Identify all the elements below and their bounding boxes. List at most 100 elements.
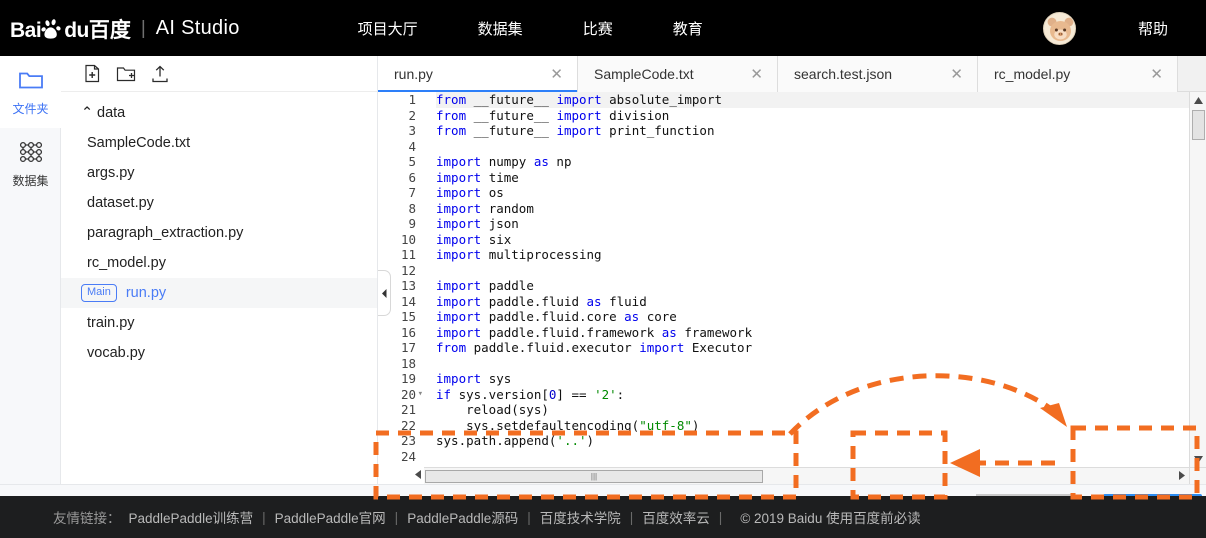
editor-vertical-scrollbar[interactable] [1189,92,1206,467]
code-area-wrapper: 1 2 3 4 5 6 7 8 9 10 11 12 13 14 15 16 17 18 19 20 ▾ 21 22 23 24… [378,92,1206,484]
baidu-logo: Bai du 百度 [10,15,131,41]
file-name: paragraph_extraction.py [87,225,244,241]
file-row[interactable]: rc_model.py [61,248,377,278]
line-number: 9 [408,216,416,231]
nav-project-hall[interactable]: 项目大厅 [358,18,418,39]
file-row-run-py[interactable]: Main run.py [61,278,377,308]
tab-label: search.test.json [794,66,893,82]
footer-separator: | [527,509,531,525]
brand-baidu-tail: du [64,19,89,42]
code-line: if sys.version[0] == '2': [436,386,625,402]
line-number: 5 [408,154,416,169]
footer-copyright: © 2019 Baidu 使用百度前必读 [740,511,921,526]
tab-samplecode-txt[interactable]: SampleCode.txt ✕ [578,56,778,92]
footer-link-academy[interactable]: 百度技术学院 [540,507,621,527]
folder-icon [18,67,44,93]
file-row[interactable]: args.py [61,158,377,188]
tab-rc-model-py[interactable]: rc_model.py ✕ [978,56,1178,92]
app-root: Bai du 百度 | AI Studio 项目大厅 数据集 比赛 教育 帮助 … [0,0,1206,538]
close-icon[interactable]: ✕ [750,65,763,83]
vertical-scroll-thumb[interactable] [1191,110,1205,140]
brand-product-name: AI Studio [155,17,240,39]
file-tree: ⌃ data SampleCode.txt args.py dataset.py… [61,92,377,368]
page-footer: 友情链接： PaddlePaddle训练营 | PaddlePaddle官网 |… [0,496,1206,538]
panel-collapse-handle[interactable] [378,270,391,316]
code-line: import paddle.fluid as fluid [436,293,647,309]
code-line: import json [436,216,519,231]
file-name: vocab.py [87,345,146,361]
code-line: reload(sys) [436,402,549,417]
file-name: dataset.py [87,195,154,211]
file-row[interactable]: paragraph_extraction.py [61,218,377,248]
footer-link-source[interactable]: PaddlePaddle源码 [407,507,518,527]
file-row[interactable]: SampleCode.txt [61,128,377,158]
file-name: rc_model.py [87,255,166,271]
line-number: 16 [400,324,416,340]
footer-separator: | [394,509,399,525]
rail-label-dataset: 数据集 [12,174,49,188]
line-number: 2 [408,107,416,123]
file-name: SampleCode.txt [87,135,191,151]
help-link[interactable]: 帮助 [1138,18,1168,39]
avatar[interactable] [1042,11,1076,45]
brand-baidu-text: Bai [10,19,42,42]
tab-search-test-json[interactable]: search.test.json ✕ [778,56,978,92]
code-line: import time [436,169,519,185]
file-row[interactable]: vocab.py [61,338,377,368]
rail-item-folder[interactable]: 文件夹 [0,56,61,128]
close-icon[interactable]: ✕ [1150,65,1163,83]
brand-baidu-cn: 百度 [88,19,131,42]
scrollbar-corner [1189,467,1206,484]
tab-run-py[interactable]: run.py ✕ [378,56,578,93]
file-tree-folder-data[interactable]: ⌃ data [61,98,377,128]
line-number: 22 [400,417,416,433]
code-content[interactable]: from __future__ import absolute_import fr… [424,92,1189,464]
code-line: import paddle.fluid.core as core [436,309,677,324]
fold-toggle-icon[interactable]: ▾ [418,387,423,403]
horizontal-scroll-thumb[interactable]: ||| [425,469,763,483]
close-icon[interactable]: ✕ [550,65,563,83]
upload-icon[interactable] [143,62,177,86]
scroll-left-arrow[interactable] [415,470,424,481]
scroll-up-arrow[interactable] [1190,92,1206,108]
main-badge: Main [81,284,117,302]
scroll-down-arrow[interactable] [1190,451,1206,467]
footer-link-official[interactable]: PaddlePaddle官网 [275,507,386,527]
nav-competition[interactable]: 比赛 [583,18,613,39]
new-folder-icon[interactable] [109,62,143,86]
close-icon[interactable]: ✕ [950,65,963,83]
brand-divider: | [140,17,146,39]
file-name: train.py [87,315,135,331]
file-explorer-panel: ⌃ data SampleCode.txt args.py dataset.py… [61,56,378,484]
code-line: from __future__ import print_function [436,123,715,138]
file-name: args.py [87,165,135,181]
code-line: import paddle [436,278,534,293]
footer-separator: | [718,509,723,525]
footer-prefix: 友情链接： [53,511,121,526]
new-file-icon[interactable] [75,62,109,86]
folder-name: data [97,105,126,121]
dataset-nodes-icon [18,139,44,165]
editor-tab-bar: run.py ✕ SampleCode.txt ✕ search.test.js… [378,56,1206,93]
tab-label: rc_model.py [994,66,1071,82]
footer-link-training[interactable]: PaddlePaddle训练营 [129,507,254,527]
line-number: 10 [400,231,416,247]
editor-horizontal-scrollbar[interactable]: ||| [424,467,1189,484]
brand-logo[interactable]: Bai du 百度 | AI Studio [10,15,240,41]
line-number: 3 [408,123,416,138]
code-viewport[interactable]: 1 2 3 4 5 6 7 8 9 10 11 12 13 14 15 16 17 18 19 20 ▾ 21 22 23 24… [378,92,1189,467]
nav-datasets[interactable]: 数据集 [478,18,523,39]
rail-item-dataset[interactable]: 数据集 [0,128,61,200]
footer-link-efficiency-cloud[interactable]: 百度效率云 [642,507,710,527]
line-number: 23 [400,433,416,448]
file-row[interactable]: dataset.py [61,188,377,218]
code-line: import six [436,231,512,247]
nav-education[interactable]: 教育 [673,18,703,39]
scroll-right-arrow[interactable] [1179,467,1189,485]
line-number: 19 [400,371,416,386]
line-number: 11 [400,247,416,262]
file-row[interactable]: train.py [61,308,377,338]
